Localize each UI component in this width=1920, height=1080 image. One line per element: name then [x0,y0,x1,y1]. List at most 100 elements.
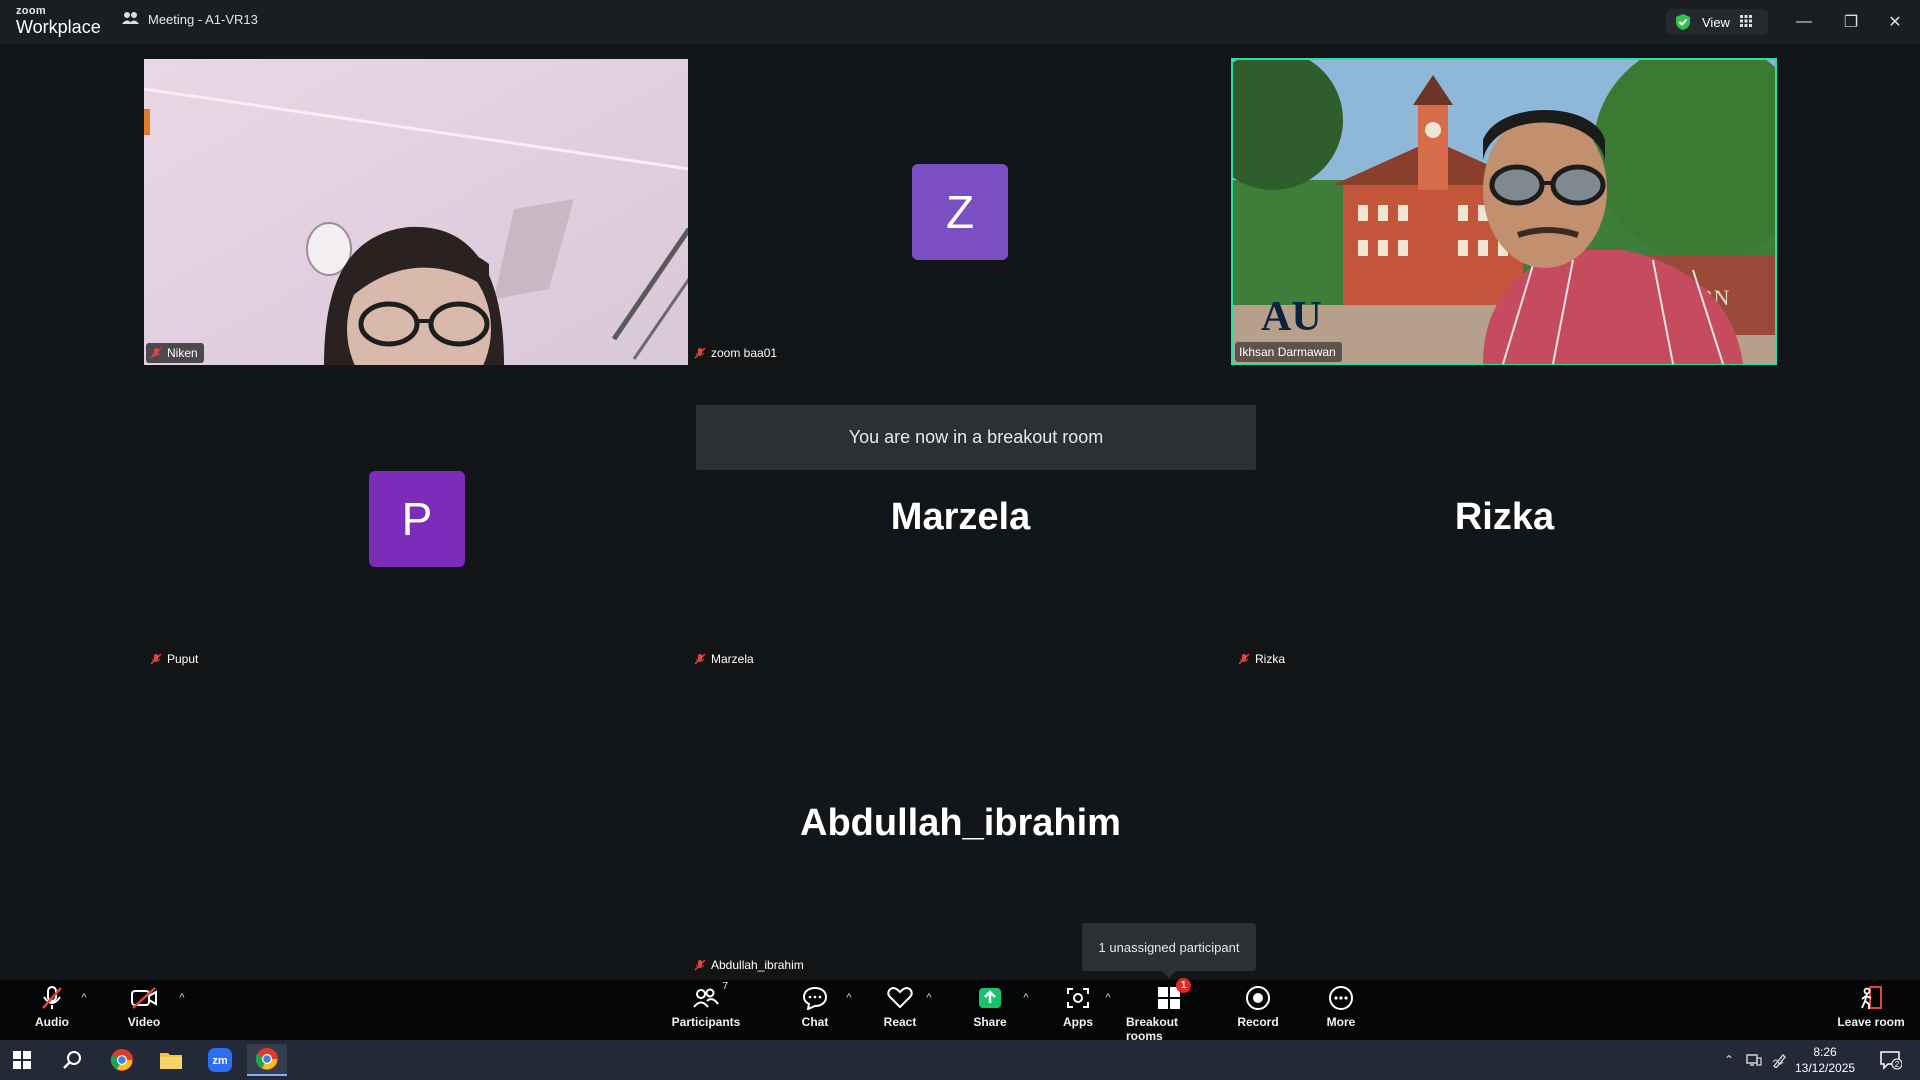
more-button[interactable]: More [1299,984,1383,1029]
name-tag-abdullah-ibrahim: Abdullah_ibrahim [690,955,810,975]
clock-date: 13/12/2025 [1795,1061,1856,1075]
ikhsan-video-feed: URN AU [1233,60,1775,364]
react-button[interactable]: React [858,984,942,1029]
record-label: Record [1237,1015,1279,1029]
logo-line-zoom: zoom [16,5,46,17]
mic-muted-icon [150,347,162,359]
leave-room-icon [1857,984,1885,1012]
notifications-icon[interactable]: 2 [1878,1050,1904,1070]
apps-icon [1064,984,1092,1012]
mic-muted-icon [694,347,706,359]
audio-label: Audio [35,1015,69,1029]
svg-text:zm: zm [212,1055,228,1067]
audio-button[interactable]: Audio [10,984,94,1029]
chat-options-chevron-icon[interactable]: ^ [842,992,856,1006]
grid-icon [1739,14,1752,30]
zoom-app-icon[interactable]: zm [200,1044,240,1076]
camera-off-icon [130,984,158,1012]
participants-icon: 7 [692,981,728,1012]
mic-muted-icon [1238,653,1250,665]
name-tag-marzela: Marzela [690,649,760,669]
notification-count: 2 [1895,1060,1900,1069]
leave-room-label: Leave room [1837,1015,1905,1029]
clock-time: 8:26 [1813,1045,1837,1059]
restore-button[interactable]: ❐ [1836,8,1866,36]
participant-name: Puput [167,652,199,666]
zoom-meeting-window: zoom Workplace Meeting - A1-VR13 View — … [0,0,1920,1080]
record-button[interactable]: Record [1216,984,1300,1029]
view-button[interactable]: View [1666,9,1768,35]
participant-display-name: Abdullah_ibrahim [800,802,1121,844]
participant-name: Ikhsan Darmawan [1239,345,1336,359]
breakout-rooms-icon: 1 [1155,978,1191,1012]
participant-name: Rizka [1255,652,1286,666]
leave-room-button[interactable]: Leave room [1828,984,1914,1029]
mic-muted-icon [150,653,162,665]
audio-options-chevron-icon[interactable]: ^ [77,992,91,1006]
apps-button[interactable]: Apps [1036,984,1120,1029]
video-tile-zoom-baa01[interactable]: Z zoom baa01 [688,59,1233,365]
name-tag-zoom-baa01: zoom baa01 [690,343,784,363]
meeting-toolbar: Audio ^ Video ^ 7 Participants Chat ^ Re… [0,978,1920,1043]
zoom-logo: zoom Workplace [16,5,101,37]
chrome-icon[interactable] [102,1044,142,1076]
encryption-shield-icon[interactable] [1674,13,1692,31]
avatar-zoom-baa01: Z [912,164,1008,260]
video-button[interactable]: Video [102,984,186,1029]
participants-label: Participants [671,1015,741,1029]
view-label: View [1702,14,1730,30]
breakout-rooms-label: Breakout rooms [1126,1015,1179,1043]
avatar-puput: P [369,471,465,567]
title-bar: zoom Workplace Meeting - A1-VR13 View — … [0,0,1920,44]
more-label: More [1326,1015,1356,1029]
share-label: Share [973,1015,1007,1029]
network-icon[interactable] [1744,1050,1764,1070]
chat-label: Chat [801,1015,829,1029]
video-tile-puput[interactable]: P Puput [144,365,689,671]
participants-button[interactable]: 7 Participants [664,981,748,1029]
minimize-button[interactable]: — [1789,8,1819,36]
breakout-rooms-button[interactable]: 1 Breakout rooms [1126,978,1212,1043]
logo-line-workplace: Workplace [16,17,101,37]
mic-muted-icon [694,959,706,971]
svg-text:AU: AU [1261,294,1322,340]
video-options-chevron-icon[interactable]: ^ [175,992,189,1006]
react-label: React [883,1015,917,1029]
participants-count: 7 [722,981,728,992]
name-tag-rizka: Rizka [1234,649,1292,669]
video-tile-ikhsan-darmawan[interactable]: URN AU Ikhsan Darmawan [1231,58,1777,366]
share-button[interactable]: Share [948,984,1032,1029]
video-label: Video [127,1015,161,1029]
name-tag-puput: Puput [146,649,205,669]
video-tile-niken[interactable]: Niken [144,59,689,365]
apps-options-chevron-icon[interactable]: ^ [1101,992,1115,1006]
video-tile-rizka[interactable]: Rizka Rizka [1232,365,1777,671]
chrome-active-window-icon[interactable] [247,1044,287,1076]
close-window-button[interactable]: ✕ [1880,8,1910,36]
name-tag-ikhsan-darmawan: Ikhsan Darmawan [1235,342,1342,362]
record-icon [1244,984,1272,1012]
system-clock[interactable]: 8:26 13/12/2025 [1795,1044,1855,1076]
windows-taskbar: zm ⌃ 8:26 13/12/2025 2 [0,1040,1920,1080]
chat-icon [801,984,829,1012]
search-icon[interactable] [52,1044,92,1076]
react-options-chevron-icon[interactable]: ^ [922,992,936,1006]
tray-expand-chevron-icon[interactable]: ⌃ [1719,1050,1739,1070]
mic-muted-icon [38,984,66,1012]
share-screen-icon [976,984,1004,1012]
pen-input-icon[interactable] [1770,1050,1790,1070]
participant-name: zoom baa01 [711,346,778,360]
name-tag-niken: Niken [146,343,204,363]
niken-video-feed [144,59,689,365]
meeting-title-text: Meeting - A1-VR13 [148,12,258,27]
meeting-title[interactable]: Meeting - A1-VR13 [122,11,258,28]
participant-display-name: Rizka [1454,496,1555,538]
participant-display-name: Marzela [890,496,1031,538]
unassigned-participant-tooltip: 1 unassigned participant [1082,923,1256,978]
file-explorer-icon[interactable] [151,1044,191,1076]
windows-start-icon[interactable] [2,1044,42,1076]
chat-button[interactable]: Chat [773,984,857,1029]
share-options-chevron-icon[interactable]: ^ [1019,992,1033,1006]
participant-name: Abdullah_ibrahim [711,958,804,972]
more-options-icon [1327,984,1355,1012]
